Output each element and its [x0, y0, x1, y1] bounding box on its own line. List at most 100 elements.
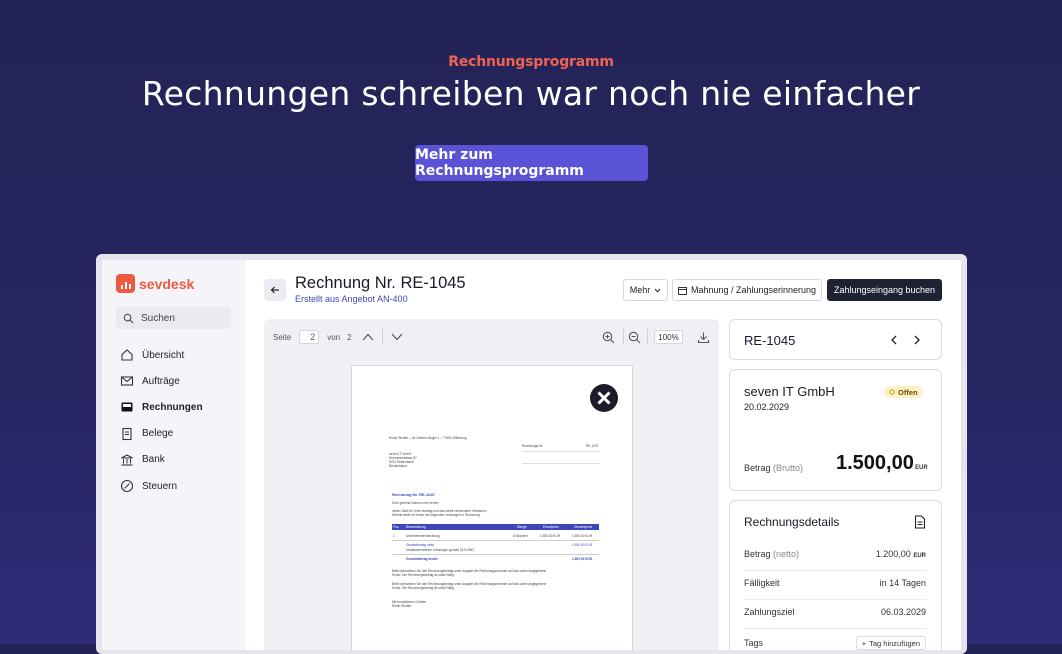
detail-value: in 14 Tagen: [879, 578, 926, 588]
invoice-nav-card: RE-1045: [729, 319, 942, 360]
chevron-up-icon[interactable]: [362, 333, 374, 341]
meta-divider: [522, 463, 600, 464]
cta-button[interactable]: Mehr zum Rechnungsprogramm: [415, 145, 648, 181]
sevdesk-logo-icon: [116, 274, 135, 293]
of-label: von: [327, 332, 341, 342]
toolbar-divider: [647, 329, 648, 345]
add-tag-label: Tag hinzufügen: [869, 638, 920, 648]
doc-intro-2: Hiermit stelle ich Ihnen die folgenden L…: [392, 513, 481, 517]
viewer-toolbar: Seite 2 von 2 100%: [264, 319, 719, 355]
chevron-down-icon[interactable]: [391, 333, 403, 341]
detail-divider: [744, 628, 926, 629]
invoice-summary-card: seven IT GmbH 20.02.2029 Offen Betrag (B…: [729, 369, 942, 491]
amount-value: 1.500,00: [836, 452, 914, 474]
download-icon[interactable]: [697, 331, 710, 344]
col-unit-price: Einzelpreis: [543, 525, 559, 529]
signature-name: Robin Richter: [392, 604, 412, 608]
logo[interactable]: sevdesk: [116, 274, 194, 293]
page-title: Rechnung Nr. RE-1045: [295, 274, 466, 292]
zoom-in-icon[interactable]: [602, 331, 615, 344]
detail-divider: [744, 599, 926, 600]
status-badge: Offen: [884, 386, 923, 398]
zoom-out-icon[interactable]: [628, 331, 641, 344]
brand-name: sevdesk: [139, 275, 195, 292]
document-page: Robin Richter – Im Unteren Angel 1 – 776…: [351, 365, 633, 650]
row-quantity: 8 Stunden: [513, 534, 528, 538]
sidebar-item-label: Belege: [142, 428, 174, 440]
reminder-label: Mahnung / Zahlungserinnerung: [690, 285, 817, 295]
amount-hint: (Brutto): [773, 463, 804, 473]
total-gross-label: Gesamtbetrag brutto: [406, 557, 438, 561]
sender-line: Robin Richter – Im Unteren Angel 1 – 776…: [389, 436, 467, 440]
document-viewer: Seite 2 von 2 100% Robin Richter – Im Un…: [264, 319, 719, 650]
detail-label: Betrag: [744, 549, 771, 559]
meta-divider: [522, 451, 600, 452]
page-label: Seite: [273, 332, 292, 342]
invoice-id: RE-1045: [744, 333, 796, 348]
invoice-date: 20.02.2029: [744, 402, 790, 412]
col-total: Gesamtpreis: [574, 525, 593, 529]
col-quantity: Menge: [517, 525, 527, 529]
row-pos: 1: [393, 534, 395, 538]
inbox-icon: [121, 402, 133, 412]
detail-label: Fälligkeit: [744, 578, 780, 588]
book-payment-button[interactable]: Zahlungseingang buchen: [827, 279, 942, 301]
chevron-right-icon[interactable]: [913, 335, 921, 345]
sidebar-item-rechnungen[interactable]: Rechnungen: [120, 394, 203, 420]
sidebar-item-label: Steuern: [142, 480, 178, 492]
detail-value: 06.03.2029: [880, 607, 926, 617]
sidebar-item-uebersicht[interactable]: Übersicht: [120, 342, 203, 368]
arrow-left-icon: [270, 286, 279, 294]
document-icon[interactable]: [914, 515, 926, 529]
zoom-level[interactable]: 100%: [654, 330, 683, 344]
sidebar: sevdesk Suchen Übersicht Aufträge Rechnu…: [102, 260, 246, 650]
detail-label: Zahlungsziel: [744, 607, 795, 617]
hero-title: Rechnungen schreiben war noch nie einfac…: [141, 74, 921, 113]
col-description: Beschreibung: [406, 525, 426, 529]
doc-greeting: Sehr geehrte Damen und Herren,: [392, 501, 440, 505]
search-input[interactable]: Suchen: [116, 307, 231, 329]
sidebar-nav: Übersicht Aufträge Rechnungen Belege Ban…: [120, 342, 203, 499]
calendar-icon: [678, 286, 687, 295]
status-label: Offen: [898, 387, 918, 397]
detail-label: Tags: [744, 638, 764, 648]
page-input[interactable]: 2: [299, 330, 320, 344]
sidebar-item-label: Bank: [142, 454, 165, 466]
search-icon: [123, 313, 134, 324]
details-title: Rechnungsdetails: [744, 515, 840, 529]
col-pos: Pos.: [393, 525, 400, 529]
detail-value: 1.200,00: [875, 549, 911, 559]
row-unit-price: 1.500,00 EUR: [540, 534, 561, 538]
detail-unit: EUR: [913, 553, 926, 559]
back-button[interactable]: [264, 279, 286, 301]
detail-hint: (netto): [773, 549, 800, 559]
total-net-value: 1.500,00 EUR: [572, 543, 593, 547]
row-description: Unternehmensberatung: [406, 534, 440, 538]
meta-invoice-number: RE-1047: [586, 444, 599, 448]
amount-currency: EUR: [915, 465, 928, 471]
sidebar-item-auftraege[interactable]: Aufträge: [120, 368, 203, 394]
bank-icon: [121, 454, 133, 466]
chevron-left-icon[interactable]: [890, 335, 898, 345]
row-total: 1.500,00 EUR: [572, 534, 593, 538]
total-pages: 2: [347, 332, 352, 342]
total-gross-value: 1.500,00 EUR: [572, 557, 593, 561]
sidebar-item-bank[interactable]: Bank: [120, 447, 203, 473]
percent-icon: [120, 479, 134, 493]
toolbar-divider: [381, 329, 383, 345]
table-divider: [392, 554, 599, 555]
table-divider: [392, 540, 599, 541]
doc-heading: Rechnung Nr. RE-1047: [392, 492, 435, 497]
customer-name: seven IT GmbH: [744, 384, 835, 399]
source-offer-link[interactable]: Erstellt aus Angebot AN-400: [295, 294, 408, 304]
chevron-down-icon: [654, 288, 661, 293]
sidebar-item-label: Übersicht: [142, 349, 185, 361]
receipt-icon: [122, 427, 132, 440]
hero-eyebrow: Rechnungsprogramm: [448, 54, 614, 70]
more-button[interactable]: Mehr: [623, 279, 668, 301]
reminder-button[interactable]: Mahnung / Zahlungserinnerung: [672, 279, 822, 301]
sidebar-item-belege[interactable]: Belege: [120, 421, 203, 447]
add-tag-button[interactable]: + Tag hinzufügen: [855, 636, 926, 650]
sidebar-item-steuern[interactable]: Steuern: [120, 473, 203, 499]
close-preview-icon[interactable]: [589, 383, 619, 413]
